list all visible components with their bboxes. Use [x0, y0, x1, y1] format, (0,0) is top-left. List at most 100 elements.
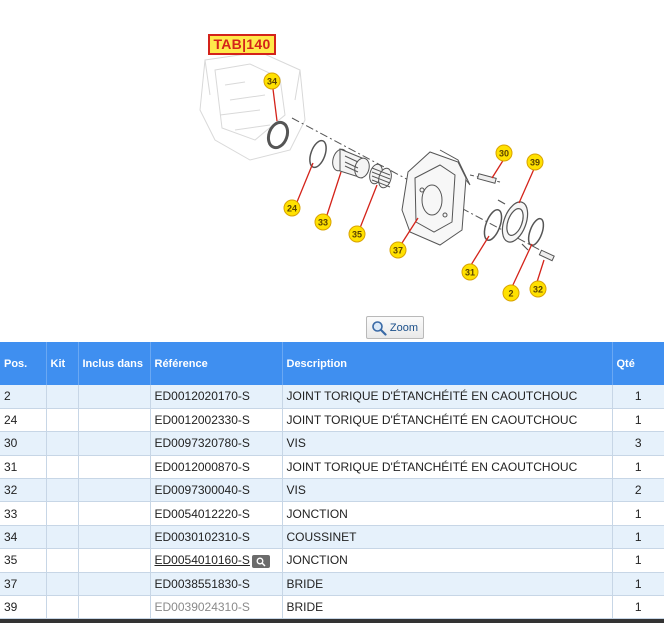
svg-text:32: 32	[533, 285, 543, 295]
cell-reference: ED0054010160-S	[150, 548, 283, 573]
table-row[interactable]: 30 ED0097320780-S VIS 3	[0, 431, 664, 456]
cell-kit	[46, 385, 79, 409]
oring-24	[309, 139, 327, 169]
table-row[interactable]: 34 ED0030102310-S COUSSINET 1	[0, 525, 664, 550]
table-row[interactable]: 24 ED0012002330-S JOINT TORIQUE D'ÉTANCH…	[0, 408, 664, 433]
tab-label: TAB|140	[208, 34, 276, 55]
svg-text:2: 2	[508, 289, 513, 299]
svg-text:31: 31	[465, 268, 475, 278]
cell-qty: 3	[612, 431, 664, 456]
callout-39: 39	[526, 153, 544, 171]
cell-pos: 37	[0, 572, 47, 597]
cell-description: VIS	[282, 478, 613, 503]
exploded-parts-diagram: 34 24 33 35 37 30 39 31 2 32 TAB|140	[0, 0, 664, 342]
cell-inclus	[78, 572, 151, 597]
svg-text:37: 37	[393, 246, 403, 256]
joint-35	[369, 163, 392, 189]
cell-description: JONCTION	[282, 501, 613, 526]
cell-reference: ED0012002330-S	[150, 408, 283, 433]
callout-30: 30	[495, 144, 513, 162]
flange-39	[497, 199, 529, 251]
table-header-row: Pos. Kit Inclus dans Référence Descripti…	[0, 342, 664, 385]
cell-qty: 1	[612, 455, 664, 480]
cell-inclus	[78, 455, 151, 480]
header-reference[interactable]: Référence	[150, 342, 283, 385]
cell-inclus	[78, 525, 151, 550]
cell-description: JOINT TORIQUE D'ÉTANCHÉITÉ EN CAOUTCHOUC	[282, 408, 613, 433]
magnifier-icon	[256, 557, 266, 567]
cell-pos: 39	[0, 595, 47, 620]
cell-pos: 32	[0, 478, 47, 503]
cell-inclus	[78, 478, 151, 503]
cell-kit	[46, 431, 79, 456]
bottom-bar	[0, 619, 664, 623]
header-pos[interactable]: Pos.	[0, 342, 47, 385]
cell-inclus	[78, 408, 151, 433]
table-row[interactable]: 2 ED0012020170-S JOINT TORIQUE D'ÉTANCHÉ…	[0, 385, 664, 409]
table-row[interactable]: 39 ED0039024310-S BRIDE 1	[0, 595, 664, 620]
table-row[interactable]: 31 ED0012000870-S JOINT TORIQUE D'ÉTANCH…	[0, 455, 664, 480]
magnifier-icon	[372, 321, 387, 336]
cell-description: JOINT TORIQUE D'ÉTANCHÉITÉ EN CAOUTCHOUC	[282, 385, 613, 409]
joint-33	[332, 148, 370, 179]
header-qty[interactable]: Qté	[612, 342, 664, 385]
cell-description: BRIDE	[282, 572, 613, 597]
table-row[interactable]: 35 ED0054010160-S JONCTION 1	[0, 548, 664, 573]
cell-description: VIS	[282, 431, 613, 456]
cell-kit	[46, 455, 79, 480]
cell-description: BRIDE	[282, 595, 613, 620]
table-row[interactable]: 37 ED0038551830-S BRIDE 1	[0, 572, 664, 597]
screw-32	[538, 249, 555, 262]
cell-pos: 31	[0, 455, 47, 480]
svg-text:33: 33	[318, 218, 328, 228]
cell-kit	[46, 595, 79, 620]
cell-reference: ED0097300040-S	[150, 478, 283, 503]
svg-text:34: 34	[267, 77, 277, 87]
callout-34: 34	[263, 72, 281, 90]
cell-kit	[46, 525, 79, 550]
callout-badges: 34 24 33 35 37 30 39 31 2 32	[263, 72, 547, 302]
cell-kit	[46, 548, 79, 573]
cell-pos: 24	[0, 408, 47, 433]
table-row[interactable]: 32 ED0097300040-S VIS 2	[0, 478, 664, 503]
cell-inclus	[78, 501, 151, 526]
cell-qty: 1	[612, 501, 664, 526]
callout-35: 35	[348, 225, 366, 243]
svg-text:39: 39	[530, 158, 540, 168]
header-description[interactable]: Description	[282, 342, 613, 385]
cell-kit	[46, 408, 79, 433]
cell-reference: ED0012000870-S	[150, 455, 283, 480]
cell-qty: 1	[612, 595, 664, 620]
diagram-drawing: 34 24 33 35 37 30 39 31 2 32	[199, 51, 556, 302]
cell-kit	[46, 478, 79, 503]
engine-block-sketch	[199, 51, 306, 161]
zoom-button[interactable]: Zoom	[366, 316, 424, 339]
callout-2: 2	[502, 284, 520, 302]
flange-37	[401, 149, 471, 246]
zoom-label: Zoom	[389, 321, 418, 334]
cell-reference: ED0039024310-S	[150, 595, 283, 620]
cell-description: COUSSINET	[282, 525, 613, 550]
cell-reference: ED0038551830-S	[150, 572, 283, 597]
cell-pos: 2	[0, 385, 47, 409]
callout-32: 32	[529, 280, 547, 298]
header-inclus-dans[interactable]: Inclus dans	[78, 342, 151, 385]
cell-description: JOINT TORIQUE D'ÉTANCHÉITÉ EN CAOUTCHOUC	[282, 455, 613, 480]
cell-pos: 30	[0, 431, 47, 456]
cell-qty: 1	[612, 408, 664, 433]
cell-pos: 35	[0, 548, 47, 573]
reference-zoom-button[interactable]	[251, 554, 270, 568]
reference-text: ED0039024310-S	[154, 600, 250, 615]
cell-pos: 34	[0, 525, 47, 550]
cell-reference: ED0030102310-S	[150, 525, 283, 550]
svg-text:24: 24	[287, 204, 297, 214]
callout-37: 37	[389, 241, 407, 259]
header-kit[interactable]: Kit	[46, 342, 79, 385]
table-row[interactable]: 33 ED0054012220-S JONCTION 1	[0, 501, 664, 526]
reference-link[interactable]: ED0054010160-S	[155, 553, 250, 567]
cell-qty: 1	[612, 548, 664, 573]
cell-inclus	[78, 548, 151, 573]
parts-table: Pos. Kit Inclus dans Référence Descripti…	[0, 342, 664, 620]
oring-2	[527, 217, 545, 247]
callout-33: 33	[314, 213, 332, 231]
